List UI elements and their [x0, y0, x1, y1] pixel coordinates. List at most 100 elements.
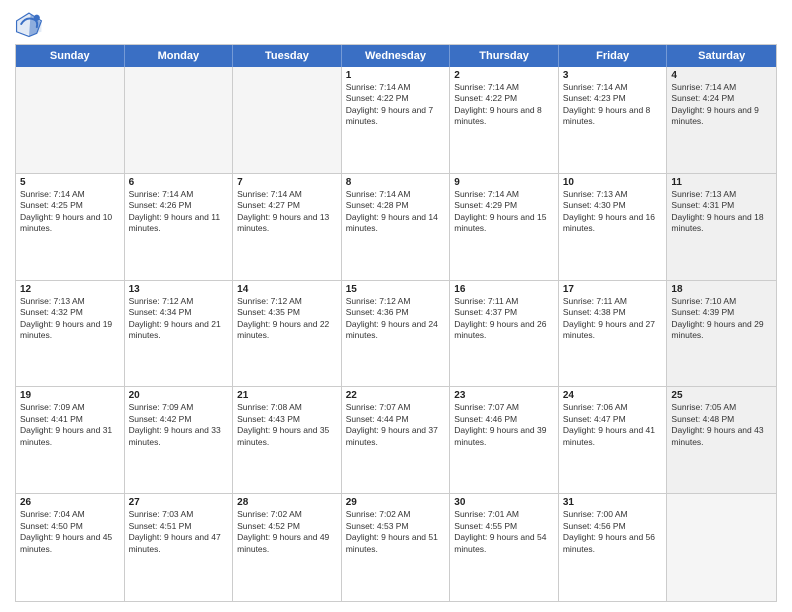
day-cell-22: 22Sunrise: 7:07 AM Sunset: 4:44 PM Dayli… — [342, 387, 451, 493]
empty-cell-4-6 — [667, 494, 776, 601]
cell-info: Sunrise: 7:14 AM Sunset: 4:23 PM Dayligh… — [563, 82, 663, 128]
day-number: 25 — [671, 390, 772, 401]
header — [15, 10, 777, 38]
day-number: 23 — [454, 390, 554, 401]
cell-info: Sunrise: 7:14 AM Sunset: 4:24 PM Dayligh… — [671, 82, 772, 128]
day-number: 6 — [129, 177, 229, 188]
cell-info: Sunrise: 7:07 AM Sunset: 4:46 PM Dayligh… — [454, 402, 554, 448]
header-day-tuesday: Tuesday — [233, 45, 342, 67]
day-number: 1 — [346, 70, 446, 81]
cell-info: Sunrise: 7:14 AM Sunset: 4:22 PM Dayligh… — [346, 82, 446, 128]
logo — [15, 10, 47, 38]
cell-info: Sunrise: 7:14 AM Sunset: 4:29 PM Dayligh… — [454, 189, 554, 235]
cell-info: Sunrise: 7:07 AM Sunset: 4:44 PM Dayligh… — [346, 402, 446, 448]
day-number: 18 — [671, 284, 772, 295]
cell-info: Sunrise: 7:11 AM Sunset: 4:37 PM Dayligh… — [454, 296, 554, 342]
week-row-5: 26Sunrise: 7:04 AM Sunset: 4:50 PM Dayli… — [16, 494, 776, 601]
week-row-2: 5Sunrise: 7:14 AM Sunset: 4:25 PM Daylig… — [16, 174, 776, 281]
day-number: 21 — [237, 390, 337, 401]
header-day-sunday: Sunday — [16, 45, 125, 67]
day-number: 3 — [563, 70, 663, 81]
calendar: SundayMondayTuesdayWednesdayThursdayFrid… — [15, 44, 777, 602]
day-number: 29 — [346, 497, 446, 508]
cell-info: Sunrise: 7:10 AM Sunset: 4:39 PM Dayligh… — [671, 296, 772, 342]
cell-info: Sunrise: 7:09 AM Sunset: 4:42 PM Dayligh… — [129, 402, 229, 448]
day-number: 16 — [454, 284, 554, 295]
day-cell-6: 6Sunrise: 7:14 AM Sunset: 4:26 PM Daylig… — [125, 174, 234, 280]
day-cell-29: 29Sunrise: 7:02 AM Sunset: 4:53 PM Dayli… — [342, 494, 451, 601]
week-row-1: 1Sunrise: 7:14 AM Sunset: 4:22 PM Daylig… — [16, 67, 776, 174]
cell-info: Sunrise: 7:12 AM Sunset: 4:36 PM Dayligh… — [346, 296, 446, 342]
cell-info: Sunrise: 7:14 AM Sunset: 4:22 PM Dayligh… — [454, 82, 554, 128]
day-number: 13 — [129, 284, 229, 295]
day-cell-8: 8Sunrise: 7:14 AM Sunset: 4:28 PM Daylig… — [342, 174, 451, 280]
header-day-monday: Monday — [125, 45, 234, 67]
page: SundayMondayTuesdayWednesdayThursdayFrid… — [0, 0, 792, 612]
calendar-header: SundayMondayTuesdayWednesdayThursdayFrid… — [16, 45, 776, 67]
day-cell-1: 1Sunrise: 7:14 AM Sunset: 4:22 PM Daylig… — [342, 67, 451, 173]
day-cell-13: 13Sunrise: 7:12 AM Sunset: 4:34 PM Dayli… — [125, 281, 234, 387]
day-cell-24: 24Sunrise: 7:06 AM Sunset: 4:47 PM Dayli… — [559, 387, 668, 493]
day-cell-16: 16Sunrise: 7:11 AM Sunset: 4:37 PM Dayli… — [450, 281, 559, 387]
day-cell-3: 3Sunrise: 7:14 AM Sunset: 4:23 PM Daylig… — [559, 67, 668, 173]
day-number: 14 — [237, 284, 337, 295]
cell-info: Sunrise: 7:14 AM Sunset: 4:27 PM Dayligh… — [237, 189, 337, 235]
day-cell-7: 7Sunrise: 7:14 AM Sunset: 4:27 PM Daylig… — [233, 174, 342, 280]
cell-info: Sunrise: 7:14 AM Sunset: 4:26 PM Dayligh… — [129, 189, 229, 235]
header-day-saturday: Saturday — [667, 45, 776, 67]
cell-info: Sunrise: 7:13 AM Sunset: 4:32 PM Dayligh… — [20, 296, 120, 342]
day-number: 4 — [671, 70, 772, 81]
cell-info: Sunrise: 7:14 AM Sunset: 4:25 PM Dayligh… — [20, 189, 120, 235]
day-number: 27 — [129, 497, 229, 508]
day-number: 28 — [237, 497, 337, 508]
day-number: 31 — [563, 497, 663, 508]
day-number: 5 — [20, 177, 120, 188]
day-cell-30: 30Sunrise: 7:01 AM Sunset: 4:55 PM Dayli… — [450, 494, 559, 601]
day-number: 8 — [346, 177, 446, 188]
calendar-body: 1Sunrise: 7:14 AM Sunset: 4:22 PM Daylig… — [16, 67, 776, 601]
cell-info: Sunrise: 7:09 AM Sunset: 4:41 PM Dayligh… — [20, 402, 120, 448]
day-cell-4: 4Sunrise: 7:14 AM Sunset: 4:24 PM Daylig… — [667, 67, 776, 173]
cell-info: Sunrise: 7:08 AM Sunset: 4:43 PM Dayligh… — [237, 402, 337, 448]
cell-info: Sunrise: 7:02 AM Sunset: 4:52 PM Dayligh… — [237, 509, 337, 555]
day-number: 30 — [454, 497, 554, 508]
cell-info: Sunrise: 7:12 AM Sunset: 4:35 PM Dayligh… — [237, 296, 337, 342]
day-cell-26: 26Sunrise: 7:04 AM Sunset: 4:50 PM Dayli… — [16, 494, 125, 601]
day-cell-21: 21Sunrise: 7:08 AM Sunset: 4:43 PM Dayli… — [233, 387, 342, 493]
day-cell-10: 10Sunrise: 7:13 AM Sunset: 4:30 PM Dayli… — [559, 174, 668, 280]
cell-info: Sunrise: 7:00 AM Sunset: 4:56 PM Dayligh… — [563, 509, 663, 555]
day-number: 7 — [237, 177, 337, 188]
day-cell-28: 28Sunrise: 7:02 AM Sunset: 4:52 PM Dayli… — [233, 494, 342, 601]
header-day-friday: Friday — [559, 45, 668, 67]
day-cell-31: 31Sunrise: 7:00 AM Sunset: 4:56 PM Dayli… — [559, 494, 668, 601]
empty-cell-0-1 — [125, 67, 234, 173]
week-row-3: 12Sunrise: 7:13 AM Sunset: 4:32 PM Dayli… — [16, 281, 776, 388]
empty-cell-0-0 — [16, 67, 125, 173]
day-cell-12: 12Sunrise: 7:13 AM Sunset: 4:32 PM Dayli… — [16, 281, 125, 387]
day-number: 22 — [346, 390, 446, 401]
week-row-4: 19Sunrise: 7:09 AM Sunset: 4:41 PM Dayli… — [16, 387, 776, 494]
cell-info: Sunrise: 7:11 AM Sunset: 4:38 PM Dayligh… — [563, 296, 663, 342]
cell-info: Sunrise: 7:13 AM Sunset: 4:30 PM Dayligh… — [563, 189, 663, 235]
day-cell-23: 23Sunrise: 7:07 AM Sunset: 4:46 PM Dayli… — [450, 387, 559, 493]
cell-info: Sunrise: 7:14 AM Sunset: 4:28 PM Dayligh… — [346, 189, 446, 235]
day-number: 26 — [20, 497, 120, 508]
cell-info: Sunrise: 7:13 AM Sunset: 4:31 PM Dayligh… — [671, 189, 772, 235]
day-cell-15: 15Sunrise: 7:12 AM Sunset: 4:36 PM Dayli… — [342, 281, 451, 387]
day-cell-2: 2Sunrise: 7:14 AM Sunset: 4:22 PM Daylig… — [450, 67, 559, 173]
cell-info: Sunrise: 7:04 AM Sunset: 4:50 PM Dayligh… — [20, 509, 120, 555]
header-day-wednesday: Wednesday — [342, 45, 451, 67]
cell-info: Sunrise: 7:06 AM Sunset: 4:47 PM Dayligh… — [563, 402, 663, 448]
day-number: 20 — [129, 390, 229, 401]
day-number: 2 — [454, 70, 554, 81]
day-number: 10 — [563, 177, 663, 188]
day-number: 11 — [671, 177, 772, 188]
day-cell-20: 20Sunrise: 7:09 AM Sunset: 4:42 PM Dayli… — [125, 387, 234, 493]
day-cell-19: 19Sunrise: 7:09 AM Sunset: 4:41 PM Dayli… — [16, 387, 125, 493]
cell-info: Sunrise: 7:03 AM Sunset: 4:51 PM Dayligh… — [129, 509, 229, 555]
day-number: 9 — [454, 177, 554, 188]
cell-info: Sunrise: 7:05 AM Sunset: 4:48 PM Dayligh… — [671, 402, 772, 448]
cell-info: Sunrise: 7:01 AM Sunset: 4:55 PM Dayligh… — [454, 509, 554, 555]
day-number: 15 — [346, 284, 446, 295]
day-cell-11: 11Sunrise: 7:13 AM Sunset: 4:31 PM Dayli… — [667, 174, 776, 280]
